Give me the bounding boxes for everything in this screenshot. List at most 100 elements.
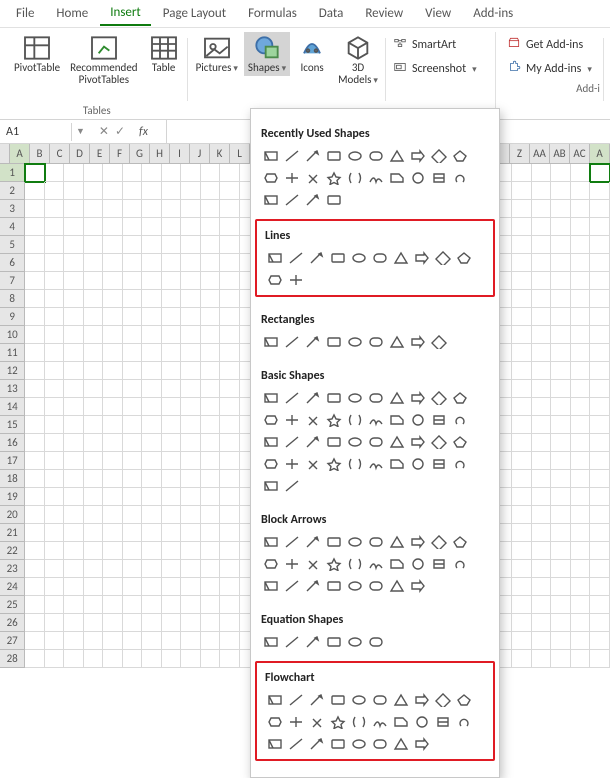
cell[interactable] — [590, 380, 609, 398]
cell[interactable] — [103, 452, 122, 470]
cell[interactable] — [220, 560, 239, 578]
cell[interactable] — [142, 380, 161, 398]
cell[interactable] — [590, 398, 609, 416]
shape-flowchart-13[interactable] — [328, 713, 347, 731]
cell[interactable] — [25, 308, 44, 326]
cell[interactable] — [220, 164, 239, 182]
cell[interactable] — [181, 254, 200, 272]
cell[interactable] — [84, 596, 103, 614]
cell[interactable] — [123, 272, 142, 290]
shape-lines-10[interactable] — [265, 271, 284, 289]
cell[interactable] — [123, 470, 142, 488]
shape-recent-19[interactable] — [450, 169, 469, 187]
shape-flowchart-4[interactable] — [349, 691, 368, 709]
cell[interactable] — [142, 578, 161, 596]
shape-rect-6[interactable] — [387, 333, 406, 351]
row-header[interactable]: 15 — [0, 416, 25, 434]
cell[interactable] — [45, 632, 64, 650]
cell[interactable] — [64, 182, 83, 200]
col-header[interactable]: G — [130, 144, 150, 163]
shape-equation-3[interactable] — [324, 633, 343, 651]
cell[interactable] — [45, 182, 64, 200]
cell[interactable] — [25, 416, 44, 434]
cell[interactable] — [64, 596, 83, 614]
col-header[interactable]: I — [170, 144, 190, 163]
cell[interactable] — [181, 344, 200, 362]
cell[interactable] — [220, 218, 239, 236]
cell[interactable] — [532, 344, 551, 362]
cell[interactable] — [571, 398, 590, 416]
col-header[interactable]: A — [10, 144, 30, 163]
shape-recent-20[interactable] — [261, 191, 280, 209]
cell[interactable] — [142, 614, 161, 632]
cell[interactable] — [162, 632, 181, 650]
cell[interactable] — [64, 560, 83, 578]
cell[interactable] — [220, 236, 239, 254]
cell[interactable] — [201, 218, 220, 236]
cell[interactable] — [512, 632, 531, 650]
cell[interactable] — [551, 452, 570, 470]
cell[interactable] — [551, 218, 570, 236]
cell[interactable] — [25, 542, 44, 560]
cell[interactable] — [45, 470, 64, 488]
shape-basic-16[interactable] — [387, 411, 406, 429]
cell[interactable] — [45, 290, 64, 308]
cell[interactable] — [84, 614, 103, 632]
cell[interactable] — [25, 650, 44, 668]
shape-recent-16[interactable] — [387, 169, 406, 187]
cell[interactable] — [103, 650, 122, 668]
cell[interactable] — [103, 326, 122, 344]
shape-lines-8[interactable] — [433, 249, 452, 267]
cell[interactable] — [512, 470, 531, 488]
row-header[interactable]: 5 — [0, 236, 25, 254]
shapes-button[interactable]: Shapes — [244, 32, 290, 76]
cell[interactable] — [123, 524, 142, 542]
shape-flowchart-11[interactable] — [286, 713, 305, 731]
shape-recent-12[interactable] — [303, 169, 322, 187]
col-header[interactable]: K — [210, 144, 230, 163]
cell[interactable] — [142, 524, 161, 542]
cell[interactable] — [571, 488, 590, 506]
cell[interactable] — [551, 416, 570, 434]
cell[interactable] — [181, 308, 200, 326]
row-header[interactable]: 18 — [0, 470, 25, 488]
shape-flowchart-8[interactable] — [433, 691, 452, 709]
cell[interactable] — [25, 434, 44, 452]
cell[interactable] — [590, 434, 609, 452]
cell[interactable] — [103, 524, 122, 542]
shape-basic-39[interactable] — [450, 455, 469, 473]
cell[interactable] — [45, 416, 64, 434]
cell[interactable] — [181, 650, 200, 668]
cell[interactable] — [181, 542, 200, 560]
shape-rect-4[interactable] — [345, 333, 364, 351]
shape-basic-31[interactable] — [282, 455, 301, 473]
cell[interactable] — [64, 308, 83, 326]
shape-flowchart-26[interactable] — [391, 735, 410, 753]
shape-flowchart-2[interactable] — [307, 691, 326, 709]
col-header[interactable]: Z — [510, 144, 530, 163]
cell[interactable] — [220, 398, 239, 416]
cell[interactable] — [181, 164, 200, 182]
screenshot-button[interactable]: Screenshot — [390, 58, 491, 80]
shape-lines-4[interactable] — [349, 249, 368, 267]
row-header[interactable]: 23 — [0, 560, 25, 578]
shape-block-16[interactable] — [387, 555, 406, 573]
tab-home[interactable]: Home — [46, 2, 98, 25]
cell[interactable] — [512, 650, 531, 668]
shape-block-0[interactable] — [261, 533, 280, 551]
cell[interactable] — [551, 290, 570, 308]
cell[interactable] — [84, 254, 103, 272]
cell[interactable] — [142, 542, 161, 560]
cell[interactable] — [25, 614, 44, 632]
row-header[interactable]: 19 — [0, 488, 25, 506]
cell[interactable] — [532, 596, 551, 614]
cell[interactable] — [123, 578, 142, 596]
cell[interactable] — [532, 290, 551, 308]
cell[interactable] — [123, 380, 142, 398]
cell[interactable] — [571, 560, 590, 578]
cell[interactable] — [103, 578, 122, 596]
cell[interactable] — [590, 308, 609, 326]
cell[interactable] — [512, 434, 531, 452]
cell[interactable] — [25, 182, 44, 200]
cell[interactable] — [512, 380, 531, 398]
